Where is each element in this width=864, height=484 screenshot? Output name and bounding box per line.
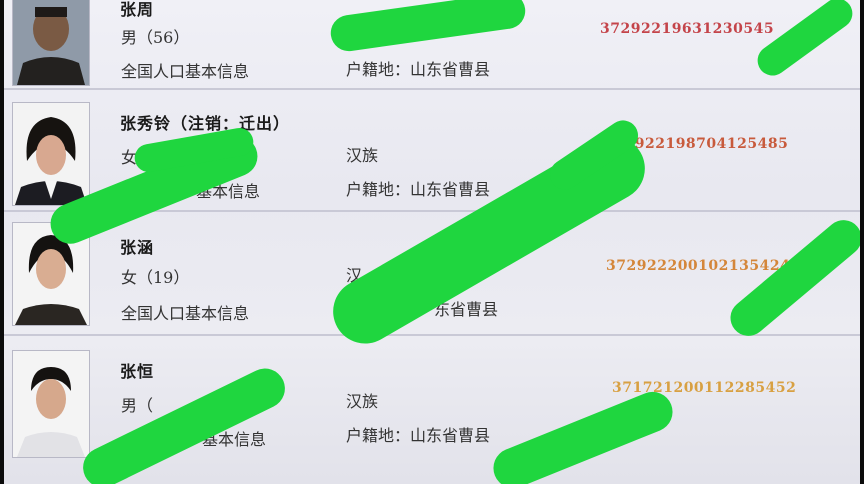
household-registration: 户籍地：山东省曹县 — [346, 60, 491, 79]
ethnicity: 汉族 — [346, 146, 379, 165]
person-photo — [12, 102, 90, 206]
ethnicity: 汉族 — [346, 392, 379, 411]
person-name[interactable]: 张秀铃（注销：迁出） — [120, 110, 290, 134]
person-name[interactable]: 张周 — [120, 0, 154, 20]
id-number: 371721200112285452 — [612, 380, 797, 396]
gender-age: 女（19） — [121, 268, 190, 287]
person-photo — [12, 350, 90, 458]
info-source-label: 全国人口基本信息 — [121, 62, 250, 81]
gender-age: 男（ — [121, 396, 154, 415]
search-results-screen: 张周 男（56） 全国人口基本信息 户籍地：山东省曹县 372922196312… — [4, 0, 860, 484]
person-photo — [12, 0, 90, 86]
person-name[interactable]: 张涵 — [120, 234, 154, 258]
id-number: 37292219631230545 — [600, 21, 775, 37]
gender-age: 男（56） — [121, 28, 190, 47]
household-registration: 户籍地：山东省曹县 — [346, 180, 491, 199]
household-registration: 户籍地：山东省曹县 — [346, 426, 491, 445]
person-name[interactable]: 张恒 — [120, 358, 154, 382]
info-source-label: 全国人口基本信息 — [121, 304, 250, 323]
id-number: 372922200102135424 — [606, 258, 791, 274]
